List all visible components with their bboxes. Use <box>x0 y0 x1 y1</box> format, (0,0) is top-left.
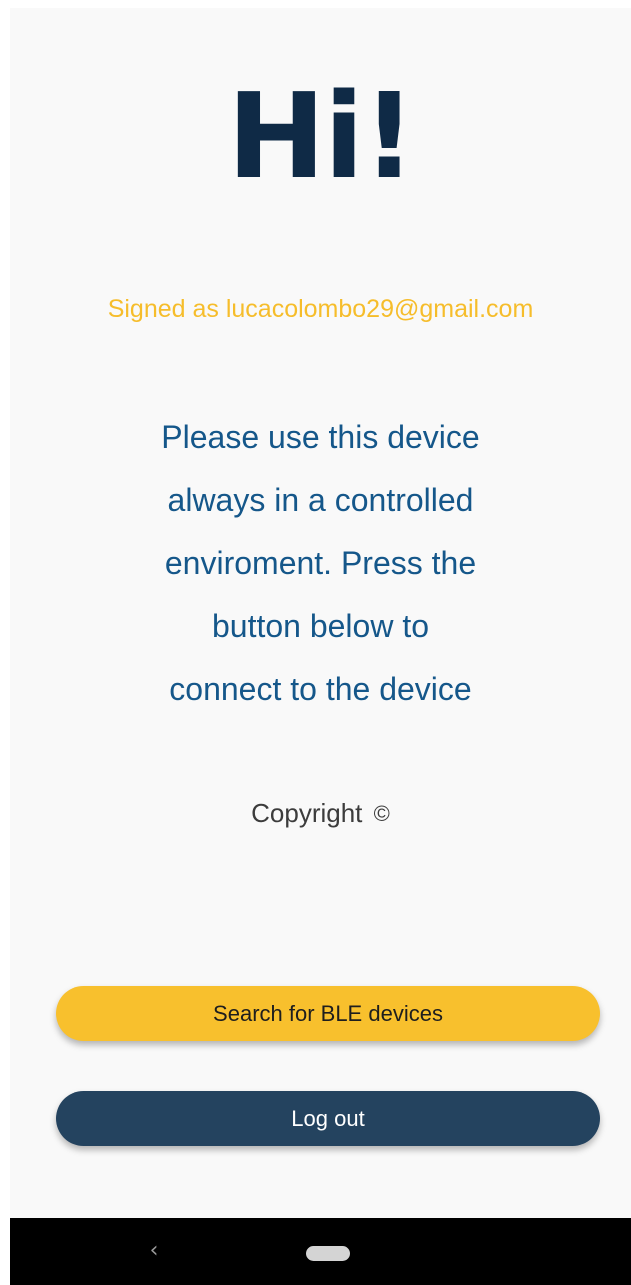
notice-line: always in a controlled <box>167 482 474 518</box>
signed-in-label: Signed as lucacolombo29@gmail.com <box>107 295 534 323</box>
copyright-notice: Copyright © <box>10 793 631 834</box>
greeting-title: Hi! <box>226 67 416 205</box>
notice-line: button below to <box>211 608 430 644</box>
log-out-button[interactable]: Log out <box>56 1091 600 1146</box>
notice-line: connect to the device <box>169 671 472 707</box>
usage-notice: Please use this device always in a contr… <box>140 406 501 721</box>
home-pill-icon[interactable] <box>306 1246 350 1261</box>
search-ble-devices-button[interactable]: Search for BLE devices <box>56 986 600 1041</box>
app-screen: Hi! Signed as lucacolombo29@gmail.com Pl… <box>10 8 631 1285</box>
notice-line: enviroment. Press the <box>164 545 477 581</box>
notice-line: Please use this device <box>161 419 480 455</box>
system-navigation-bar: ‹ <box>10 1218 631 1285</box>
back-chevron-icon[interactable]: ‹ <box>142 1236 166 1266</box>
copyright-icon: © <box>373 801 390 826</box>
copyright-label: Copyright <box>251 798 363 828</box>
